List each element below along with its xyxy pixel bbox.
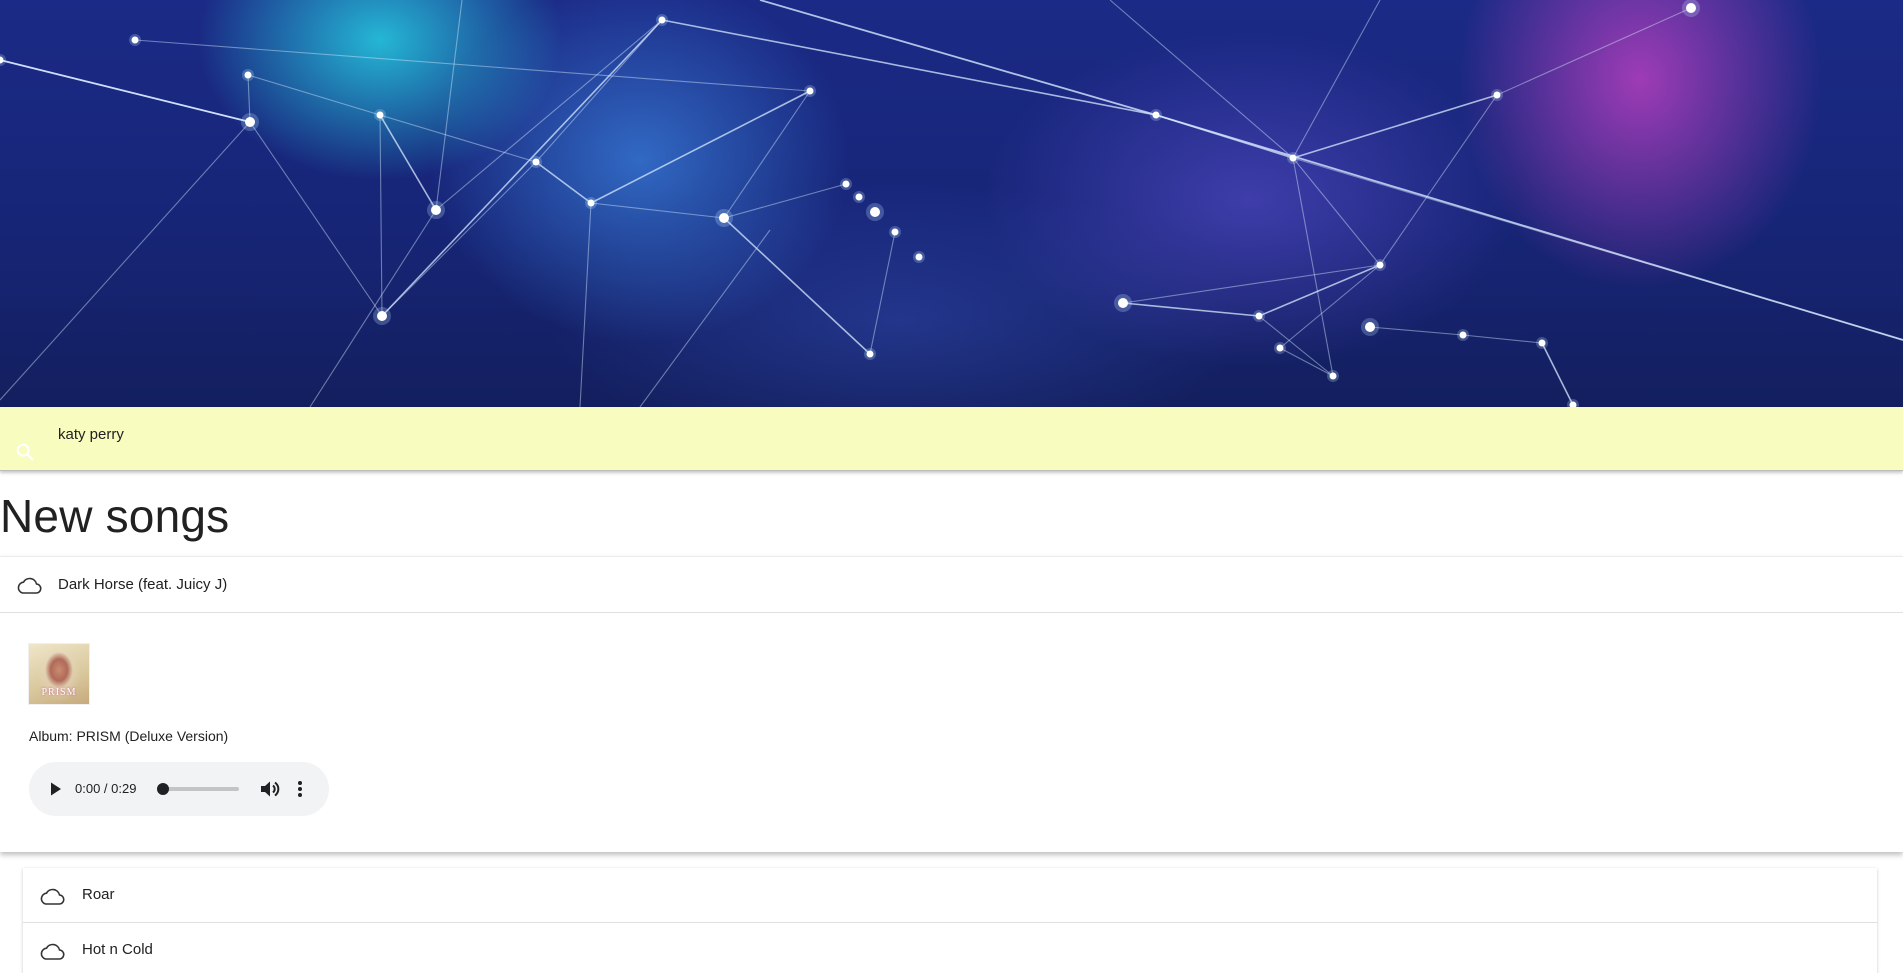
network-line: [379, 114, 383, 317]
network-line: [535, 161, 592, 204]
network-line: [661, 19, 1157, 116]
network-line: [723, 183, 847, 219]
play-icon[interactable]: [43, 777, 67, 801]
network-node: [431, 205, 441, 215]
network-line: [639, 229, 771, 407]
network-line: [723, 217, 871, 355]
network-line: [1258, 315, 1334, 377]
network-line: [1462, 334, 1543, 344]
network-line: [1292, 157, 1334, 377]
network-line: [1496, 7, 1692, 96]
album-art-image: PRISM: [29, 644, 89, 704]
network-line: [1292, 157, 1381, 266]
network-node: [1538, 339, 1546, 347]
network-node: [377, 311, 387, 321]
network-line: [1292, 94, 1498, 159]
search-input[interactable]: [58, 421, 1758, 447]
network-node: [1376, 261, 1384, 269]
network-node: [866, 350, 874, 358]
network-node: [131, 36, 139, 44]
network-node: [1118, 298, 1128, 308]
network-node: [1493, 91, 1501, 99]
app-root: New songs Dark Horse (feat. Juicy J) PRI…: [0, 0, 1903, 973]
network-node: [1276, 344, 1284, 352]
network-line: [381, 161, 537, 317]
network-node: [806, 87, 814, 95]
cloud-icon: [40, 888, 65, 905]
network-node: [891, 228, 899, 236]
cloud-icon: [17, 577, 42, 594]
network-node: [1255, 312, 1263, 320]
network-line: [579, 202, 592, 407]
song-title: Dark Horse (feat. Juicy J): [58, 576, 228, 593]
network-node: [1686, 3, 1696, 13]
network-node: [855, 193, 863, 201]
network-line: [0, 59, 251, 123]
network-line: [535, 19, 663, 163]
network-line: [590, 202, 725, 219]
hero-banner: [0, 0, 1903, 407]
network-line: [435, 19, 663, 211]
network-line: [590, 90, 811, 204]
album-label: Album: PRISM (Deluxe Version): [29, 728, 229, 744]
network-line: [1379, 94, 1498, 266]
network-line: [1279, 347, 1334, 377]
network-line: [1292, 157, 1903, 341]
song-list: Roar Hot n Cold: [23, 868, 1877, 973]
network-node: [842, 180, 850, 188]
network-line: [0, 121, 251, 401]
expanded-song-panel: Dark Horse (feat. Juicy J) PRISM Album: …: [0, 556, 1903, 852]
network-node: [1289, 154, 1297, 162]
network-line: [759, 0, 1157, 116]
network-node: [719, 213, 729, 223]
network-node: [870, 207, 880, 217]
more-options-icon[interactable]: [293, 777, 307, 801]
volume-icon[interactable]: [258, 777, 282, 801]
network-line: [1541, 342, 1574, 406]
network-line: [134, 39, 811, 92]
song-title: Hot n Cold: [82, 941, 153, 958]
time-display: 0:00 / 0:29: [75, 781, 137, 796]
network-node: [1152, 111, 1160, 119]
network-line: [309, 209, 437, 407]
network-node: [658, 16, 666, 24]
network-node: [1329, 372, 1337, 380]
page-title: New songs: [0, 490, 230, 542]
album-art-title: PRISM: [41, 687, 77, 698]
network-line: [435, 0, 463, 211]
search-icon[interactable]: [14, 441, 36, 463]
network-node: [244, 71, 252, 79]
seek-slider-thumb[interactable]: [157, 783, 169, 795]
seek-slider[interactable]: [157, 783, 239, 795]
network-line: [1369, 326, 1464, 336]
network-line: [1109, 0, 1294, 159]
network-line: [1122, 302, 1260, 317]
network-node: [532, 158, 540, 166]
network-line: [1258, 264, 1381, 317]
network-line: [869, 231, 896, 355]
network-line: [249, 121, 383, 317]
network-node: [376, 111, 384, 119]
network-line: [247, 74, 381, 116]
network-node: [245, 117, 255, 127]
network-node: [1459, 331, 1467, 339]
song-header-dark-horse[interactable]: Dark Horse (feat. Juicy J): [0, 557, 1903, 613]
song-title: Roar: [82, 886, 115, 903]
audio-player: 0:00 / 0:29: [29, 762, 329, 816]
song-item-roar[interactable]: Roar: [23, 868, 1877, 923]
network-node: [1365, 322, 1375, 332]
cloud-icon: [40, 943, 65, 960]
network-node: [915, 253, 923, 261]
network-line: [723, 90, 811, 219]
song-item-hot-n-cold[interactable]: Hot n Cold: [23, 923, 1877, 973]
network-lines-graphic: [0, 0, 1903, 407]
search-bar: [0, 407, 1903, 471]
network-line: [381, 19, 663, 317]
network-node: [587, 199, 595, 207]
network-line: [1292, 0, 1381, 159]
